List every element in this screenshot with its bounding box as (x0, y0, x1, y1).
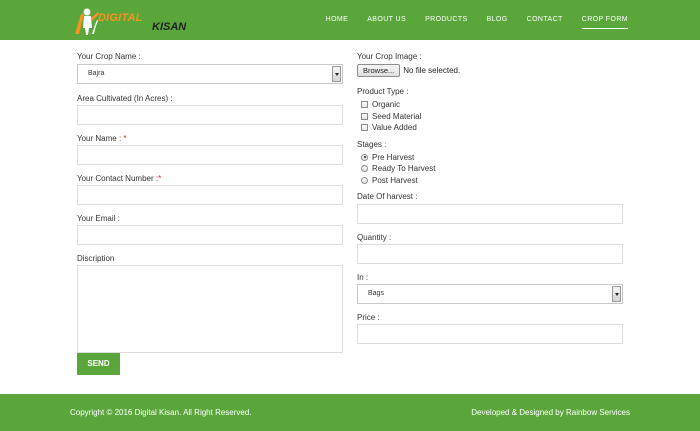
email-label: Your Email : (77, 214, 120, 223)
checkbox-value-added[interactable] (361, 124, 368, 132)
unit-label: In : (357, 273, 369, 282)
product-type-label: Product Type : (357, 87, 409, 96)
unit-select[interactable]: Bags (357, 284, 623, 304)
send-button[interactable]: SEND (77, 353, 120, 375)
file-status: No file selected. (403, 66, 461, 75)
radio-post-harvest[interactable] (361, 176, 368, 184)
nav-crop-form[interactable]: CROP FORM (581, 16, 629, 29)
quantity-label: Quantity : (357, 233, 392, 242)
description-textarea[interactable] (77, 265, 343, 353)
copyright-text: Copyright © 2016 Digital Kisan. All Righ… (70, 408, 252, 417)
farmer-figure-icon (72, 6, 100, 36)
site-header: DIGITAL KISAN HOME ABOUT US PRODUCTS BLO… (0, 0, 700, 40)
logo-word-kisan: KISAN (152, 21, 187, 33)
nav-blog[interactable]: BLOG (487, 16, 508, 23)
stages-label: Stages : (357, 139, 387, 149)
quantity-input[interactable] (357, 244, 623, 264)
digital-kisan-logo[interactable]: DIGITAL KISAN (72, 4, 194, 36)
form-right-column: Your Crop Image : Browse... No file sele… (357, 52, 623, 344)
main-nav: HOME ABOUT US PRODUCTS BLOG CONTACT CROP… (307, 16, 629, 29)
nav-products[interactable]: PRODUCTS (425, 16, 467, 23)
name-input[interactable] (77, 145, 343, 165)
stage-option[interactable]: Ready To Harvest (357, 163, 623, 175)
logo-word-digital: DIGITAL (98, 12, 143, 24)
description-label: Discription (77, 254, 115, 263)
stage-option[interactable]: Pre Harvest (357, 152, 623, 164)
product-type-option[interactable]: Organic (357, 99, 623, 111)
area-input[interactable] (77, 105, 343, 125)
product-type-option[interactable]: Value Added (357, 122, 623, 134)
nav-about-us[interactable]: ABOUT US (367, 16, 406, 23)
site-footer: Copyright © 2016 Digital Kisan. All Righ… (0, 394, 700, 431)
form-left-column: Your Crop Name : Bajra Area Cultivated (… (77, 52, 343, 353)
crop-name-value: Bajra (88, 70, 105, 77)
checkbox-seed-material[interactable] (361, 112, 368, 120)
crop-name-label: Your Crop Name : (77, 52, 141, 61)
stage-option[interactable]: Post Harvest (357, 175, 623, 187)
name-label-text: Your Name : (77, 134, 122, 143)
option-label: Organic (372, 100, 401, 110)
email-input[interactable] (77, 225, 343, 245)
option-label: Post Harvest (372, 175, 418, 185)
nav-contact[interactable]: CONTACT (527, 16, 563, 23)
option-label: Ready To Harvest (372, 164, 436, 174)
required-mark: * (123, 134, 127, 143)
stages-group: Pre Harvest Ready To Harvest Post Harves… (357, 152, 623, 187)
radio-ready-to-harvest[interactable] (361, 165, 368, 173)
required-mark: * (158, 174, 162, 183)
option-label: Value Added (372, 123, 417, 133)
product-type-option[interactable]: Seed Material (357, 111, 623, 123)
radio-pre-harvest[interactable] (361, 153, 368, 161)
crop-name-select[interactable]: Bajra (77, 64, 343, 84)
contact-input[interactable] (77, 185, 343, 205)
file-upload: Browse... No file selected. (357, 64, 623, 77)
chevron-down-icon[interactable] (332, 66, 341, 82)
nav-home[interactable]: HOME (326, 16, 349, 23)
crop-image-label: Your Crop Image : (357, 52, 422, 61)
developer-credit: Developed & Designed by Rainbow Services (471, 408, 630, 417)
checkbox-organic[interactable] (361, 101, 368, 109)
contact-label: Your Contact Number :* (77, 174, 343, 184)
option-label: Seed Material (372, 111, 422, 121)
browse-button[interactable]: Browse... (357, 64, 401, 77)
price-input[interactable] (357, 324, 623, 344)
product-type-group: Organic Seed Material Value Added (357, 99, 623, 134)
contact-label-text: Your Contact Number : (77, 174, 159, 183)
harvest-date-input[interactable] (357, 204, 623, 224)
unit-value: Bags (368, 290, 384, 297)
option-label: Pre Harvest (372, 152, 415, 162)
name-label: Your Name : * (77, 134, 343, 144)
chevron-down-icon[interactable] (612, 286, 621, 302)
area-label: Area Cultivated (In Acres) : (77, 94, 173, 103)
price-label: Price : (357, 313, 380, 322)
harvest-date-label: Date Of harvest : (357, 192, 418, 201)
